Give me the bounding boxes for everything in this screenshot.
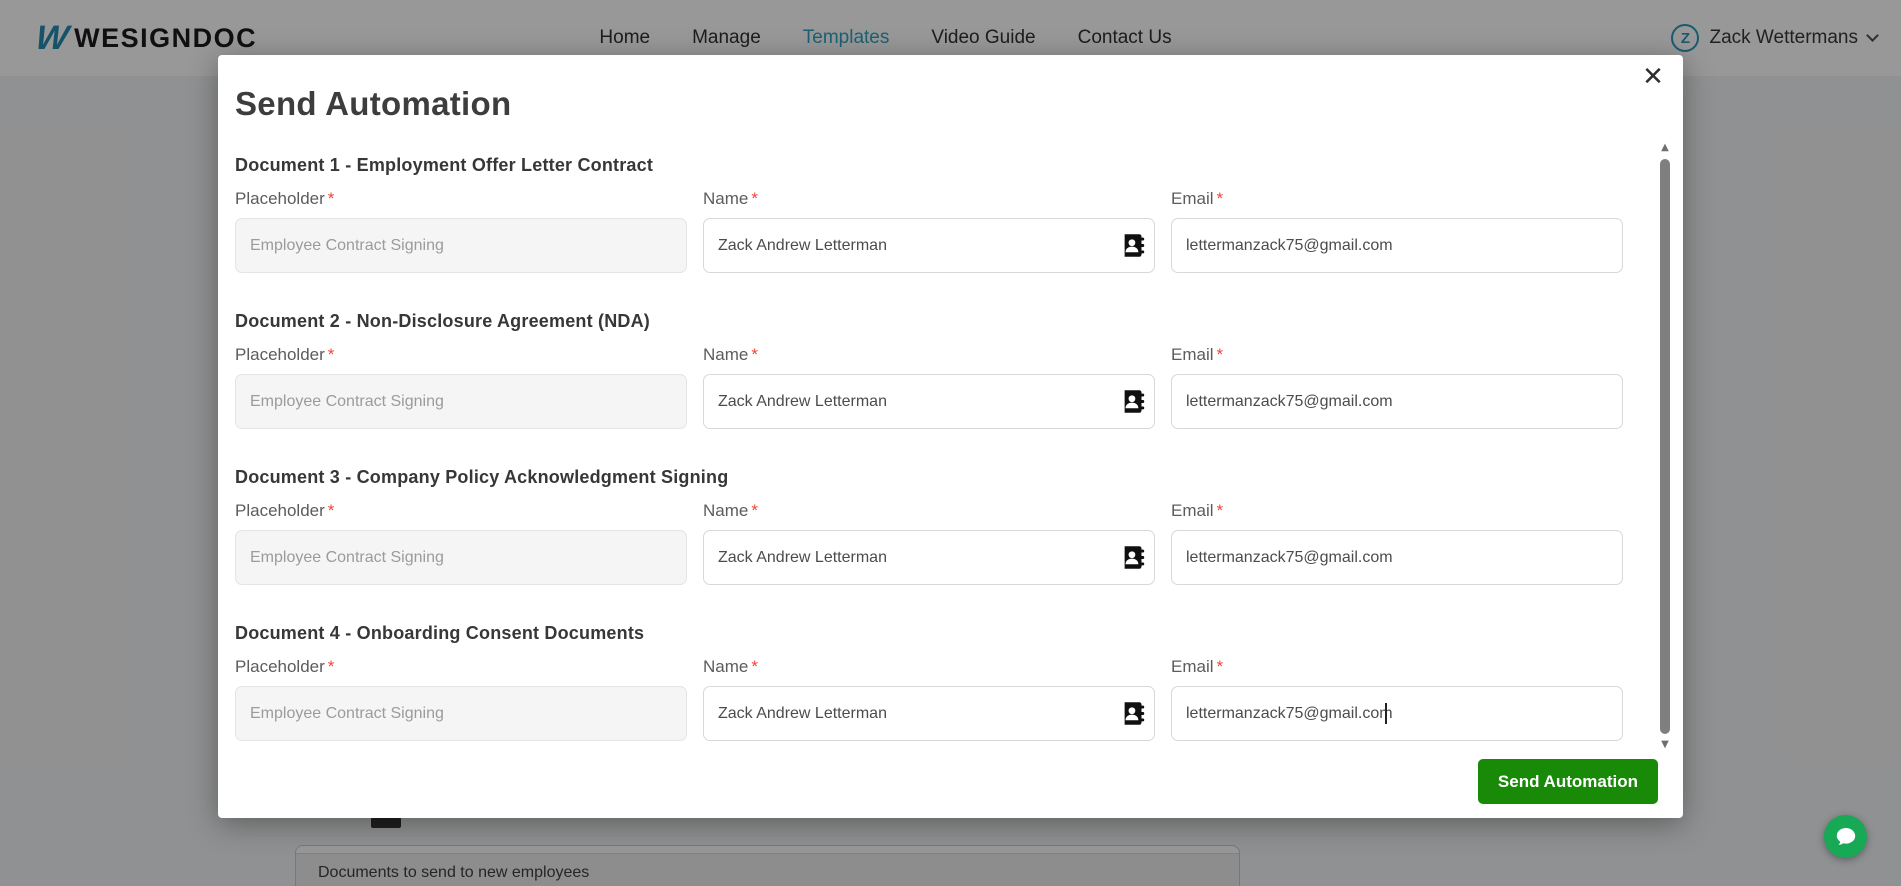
document-section-3: Document 3 - Company Policy Acknowledgme…	[235, 467, 1623, 585]
required-asterisk: *	[751, 501, 758, 520]
required-asterisk: *	[327, 345, 335, 364]
document-4-heading: Document 4 - Onboarding Consent Document…	[235, 623, 645, 643]
name-input-1[interactable]	[703, 218, 1155, 273]
email-label: Email *	[1171, 657, 1224, 676]
email-input-1[interactable]	[1171, 218, 1623, 273]
required-asterisk: *	[327, 189, 335, 208]
required-asterisk: *	[751, 657, 758, 676]
email-label: Email *	[1171, 345, 1224, 364]
required-asterisk: *	[327, 657, 335, 676]
send-automation-modal: ✕ Send Automation Document 1 - Employmen…	[218, 55, 1683, 818]
scroll-up-icon[interactable]: ▲	[1657, 141, 1673, 155]
chat-widget-button[interactable]	[1824, 815, 1867, 858]
email-input-3[interactable]	[1171, 530, 1623, 585]
document-3-heading: Document 3 - Company Policy Acknowledgme…	[235, 467, 729, 487]
name-input-2[interactable]	[703, 374, 1155, 429]
chat-bubble-icon	[1836, 827, 1855, 845]
document-section-4: Document 4 - Onboarding Consent Document…	[235, 623, 1623, 741]
required-asterisk: *	[751, 189, 758, 208]
required-asterisk: *	[1216, 345, 1224, 364]
placeholder-label: Placeholder *	[235, 345, 335, 364]
document-section-1: Document 1 - Employment Offer Letter Con…	[235, 155, 1623, 273]
placeholder-input-2[interactable]	[235, 374, 687, 429]
email-input-2[interactable]	[1171, 374, 1623, 429]
email-label: Email *	[1171, 501, 1224, 520]
close-icon[interactable]: ✕	[1635, 59, 1671, 95]
contacts-book-icon[interactable]	[1119, 700, 1146, 727]
scroll-down-icon[interactable]: ▼	[1657, 738, 1673, 752]
modal-form: Document 1 - Employment Offer Letter Con…	[235, 155, 1623, 779]
document-2-heading: Document 2 - Non-Disclosure Agreement (N…	[235, 311, 650, 331]
name-label: Name *	[703, 189, 758, 208]
placeholder-label: Placeholder *	[235, 657, 335, 676]
name-label: Name *	[703, 657, 758, 676]
contacts-book-icon[interactable]	[1119, 544, 1146, 571]
email-input-4[interactable]	[1171, 686, 1623, 741]
required-asterisk: *	[327, 501, 335, 520]
contacts-book-icon[interactable]	[1119, 388, 1146, 415]
placeholder-label: Placeholder *	[235, 189, 335, 208]
contacts-book-icon[interactable]	[1119, 232, 1146, 259]
required-asterisk: *	[1216, 189, 1224, 208]
placeholder-input-3[interactable]	[235, 530, 687, 585]
placeholder-input-1[interactable]	[235, 218, 687, 273]
placeholder-label: Placeholder *	[235, 501, 335, 520]
required-asterisk: *	[1216, 657, 1224, 676]
text-cursor	[1385, 703, 1387, 724]
required-asterisk: *	[1216, 501, 1224, 520]
placeholder-input-4[interactable]	[235, 686, 687, 741]
document-1-heading: Document 1 - Employment Offer Letter Con…	[235, 155, 654, 175]
required-asterisk: *	[751, 345, 758, 364]
modal-scrollbar: ▲ ▼	[1657, 141, 1673, 752]
page-root: { "header": { "logo_mark": "W", "logo_te…	[0, 0, 1901, 886]
name-input-4[interactable]	[703, 686, 1155, 741]
email-label: Email *	[1171, 189, 1224, 208]
name-input-3[interactable]	[703, 530, 1155, 585]
modal-title: Send Automation	[235, 85, 512, 122]
scrollbar-thumb[interactable]	[1660, 159, 1670, 734]
send-automation-button[interactable]: Send Automation	[1477, 759, 1658, 804]
document-section-2: Document 2 - Non-Disclosure Agreement (N…	[235, 311, 1623, 429]
name-label: Name *	[703, 345, 758, 364]
name-label: Name *	[703, 501, 758, 520]
